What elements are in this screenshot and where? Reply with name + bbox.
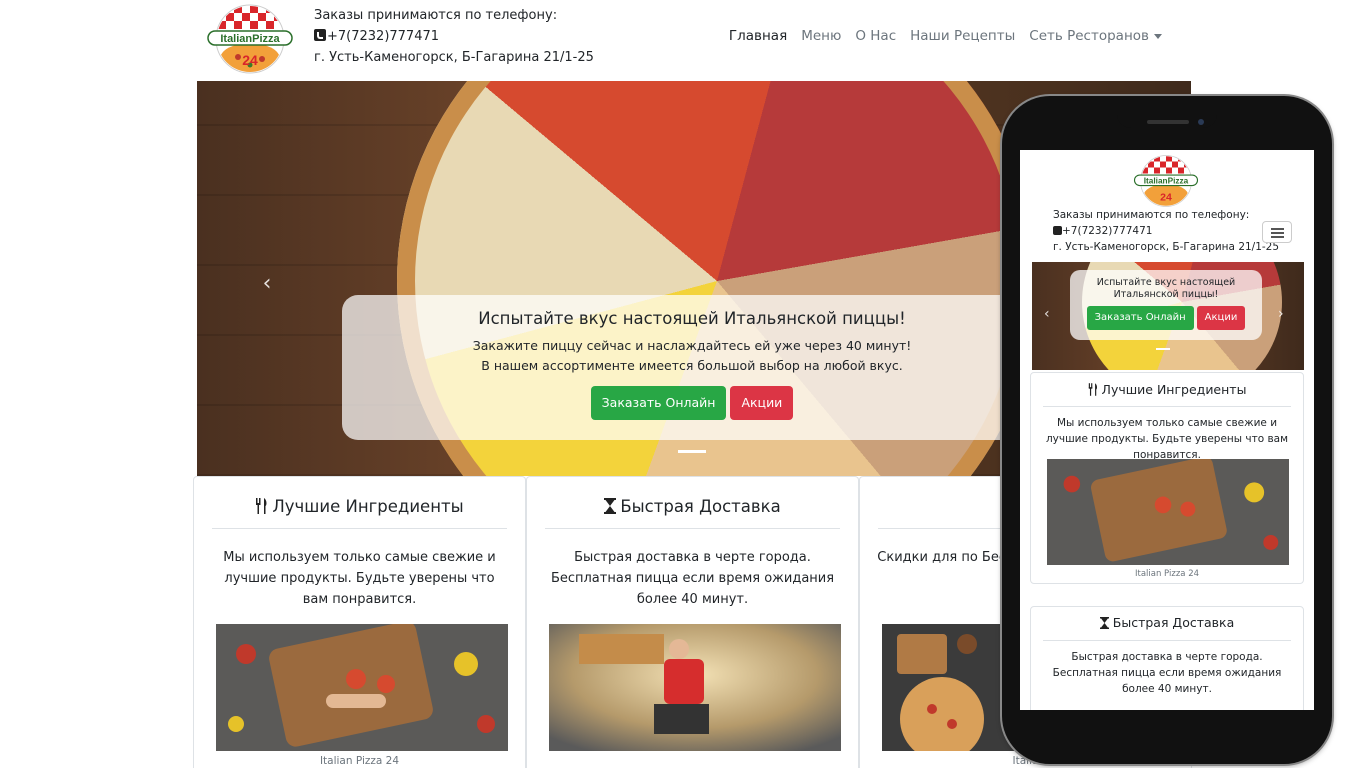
- mobile-carousel-indicator[interactable]: [1156, 348, 1170, 350]
- mobile-logo-number: 24: [1160, 192, 1172, 204]
- caret-down-icon: [1154, 33, 1162, 39]
- delivery-photo: [549, 624, 841, 751]
- mobile-card-delivery: Быстрая Доставка Быстрая доставка в черт…: [1030, 606, 1304, 710]
- card-ingredients: Лучшие Ингредиенты Мы используем только …: [193, 476, 526, 768]
- mobile-card-text: Быстрая доставка в черте города. Бесплат…: [1052, 651, 1282, 695]
- card-delivery: Быстрая Доставка Быстрая доставка в черт…: [526, 476, 859, 768]
- promo-button[interactable]: Акции: [730, 386, 794, 420]
- mobile-phone-line: +7(7232)777471: [1053, 223, 1279, 239]
- order-online-button[interactable]: Заказать Онлайн: [590, 386, 727, 420]
- mobile-card-ingredients: Лучшие Ингредиенты Мы используем только …: [1030, 372, 1304, 584]
- carousel-indicator[interactable]: [678, 450, 706, 453]
- mobile-card-title: Лучшие Ингредиенты: [1043, 381, 1291, 407]
- phone-notch: [1117, 108, 1217, 128]
- phone-speaker: [1147, 120, 1189, 124]
- hamburger-line: [1271, 236, 1284, 238]
- site-header: ItalianPizza 24 Заказы принимаются по те…: [197, 0, 1191, 80]
- mobile-pizza-logo[interactable]: ItalianPizza 24: [1132, 154, 1200, 208]
- card-title: Быстрая Доставка: [545, 496, 840, 529]
- mobile-order-online-button[interactable]: Заказать Онлайн: [1086, 306, 1194, 330]
- hero-line-2: В нашем ассортименте имеется большой выб…: [481, 358, 903, 373]
- card-title: Лучшие Ингредиенты: [212, 496, 507, 529]
- contact-title: Заказы принимаются по телефону:: [314, 8, 558, 23]
- hamburger-menu-button[interactable]: [1262, 221, 1292, 243]
- logo-text: ItalianPizza: [220, 33, 280, 45]
- nav-restaurants-label: Сеть Ресторанов: [1029, 28, 1149, 44]
- nav-menu[interactable]: Меню: [794, 28, 848, 44]
- mobile-carousel-next-icon[interactable]: ›: [1278, 306, 1284, 322]
- hourglass-icon: [604, 498, 617, 514]
- hamburger-line: [1271, 228, 1284, 230]
- contact-info: Заказы принимаются по телефону: +7(7232)…: [314, 5, 594, 68]
- mobile-logo-text: ItalianPizza: [1144, 176, 1189, 185]
- mobile-photo-caption: Italian Pizza 24: [1134, 569, 1200, 579]
- phone-mockup: ItalianPizza 24 Заказы принимаются по те…: [1002, 96, 1332, 764]
- mobile-promo-button[interactable]: Акции: [1196, 306, 1246, 330]
- mobile-contact-info: Заказы принимаются по телефону: +7(7232)…: [1053, 207, 1279, 255]
- mobile-carousel-prev-icon[interactable]: ‹: [1044, 306, 1050, 322]
- mobile-ingredients-photo: [1047, 459, 1289, 565]
- phone-icon: [314, 29, 326, 41]
- mobile-contact-title: Заказы принимаются по телефону:: [1053, 209, 1250, 221]
- hero-line-1: Закажите пиццу сейчас и наслаждайтесь ей…: [472, 338, 912, 353]
- mobile-address: г. Усть-Каменогорск, Б-Гагарина 21/1-25: [1053, 241, 1280, 253]
- mobile-hero-title: Испытайте вкус настоящей Итальянской пиц…: [1096, 277, 1236, 300]
- phone-number[interactable]: +7(7232)777471: [327, 29, 439, 44]
- mobile-card-text: Мы используем только самые свежие и лучш…: [1045, 417, 1289, 461]
- card-text: Быстрая доставка в черте города. Бесплат…: [550, 550, 835, 607]
- utensils-icon: [256, 498, 267, 514]
- mobile-hero-carousel: Испытайте вкус настоящей Итальянской пиц…: [1032, 262, 1304, 370]
- utensils-icon: [1088, 383, 1097, 396]
- mobile-card-title: Быстрая Доставка: [1043, 615, 1291, 641]
- nav-recipes[interactable]: Наши Рецепты: [903, 28, 1022, 44]
- carousel-prev-icon[interactable]: ‹: [255, 271, 279, 296]
- pizza-logo[interactable]: ItalianPizza 24: [206, 3, 294, 75]
- hero-buttons: Заказать Онлайн Акции: [342, 386, 1042, 420]
- mobile-phone-icon: [1053, 226, 1062, 235]
- mobile-hero-caption: Испытайте вкус настоящей Итальянской пиц…: [1070, 270, 1262, 340]
- card-text: Мы используем только самые свежие и лучш…: [223, 550, 496, 607]
- logo-number: 24: [242, 52, 258, 68]
- address: г. Усть-Каменогорск, Б-Гагарина 21/1-25: [314, 50, 594, 65]
- nav-home[interactable]: Главная: [722, 28, 794, 44]
- photo-caption: Italian Pizza 24: [319, 755, 400, 767]
- mobile-phone-number[interactable]: +7(7232)777471: [1062, 225, 1152, 237]
- hourglass-icon: [1099, 617, 1109, 629]
- nav-restaurants-dropdown[interactable]: Сеть Ресторанов: [1022, 28, 1169, 44]
- hero-title: Испытайте вкус настоящей Итальянской пиц…: [478, 309, 906, 328]
- mobile-hero-buttons: Заказать Онлайн Акции: [1070, 306, 1262, 330]
- hamburger-line: [1271, 232, 1284, 234]
- ingredients-photo: [216, 624, 508, 751]
- mobile-screen: ItalianPizza 24 Заказы принимаются по те…: [1020, 150, 1314, 710]
- hero-caption: Испытайте вкус настоящей Итальянской пиц…: [342, 295, 1042, 440]
- nav-about[interactable]: О Нас: [848, 28, 903, 44]
- phone-line: +7(7232)777471: [314, 26, 594, 47]
- main-nav: Главная Меню О Нас Наши Рецепты Сеть Рес…: [722, 28, 1169, 44]
- phone-camera: [1198, 119, 1204, 125]
